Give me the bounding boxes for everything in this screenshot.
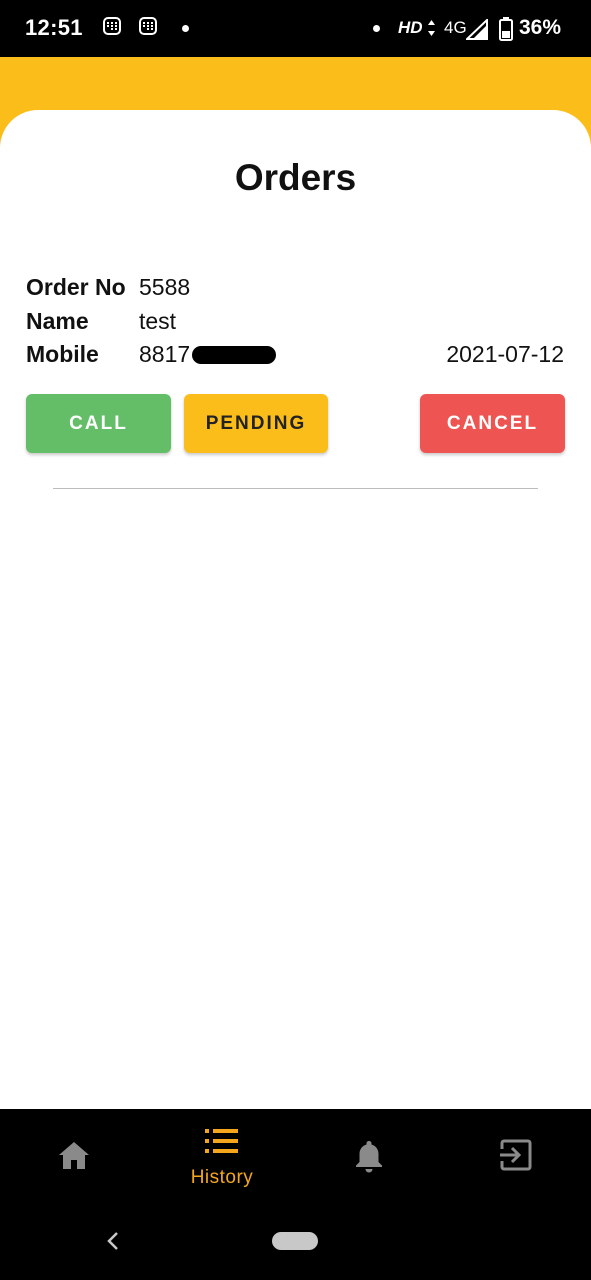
page-title: Orders: [234, 157, 357, 198]
signal-icon: [466, 19, 488, 40]
nav-label-history: History: [190, 1167, 254, 1188]
orders-card: [0, 110, 591, 1109]
network-type: 4G: [444, 18, 467, 37]
sim-card-icon: [103, 17, 121, 35]
order-date: 2021-07-12: [446, 341, 564, 367]
call-button[interactable]: CALL: [26, 394, 171, 453]
mobile-value-wrap: 8817: [139, 341, 277, 368]
dot-icon: [373, 25, 380, 32]
data-arrows-icon: [428, 20, 435, 36]
home-icon: [59, 1142, 89, 1169]
order-number-value: 5588: [139, 274, 191, 300]
name-label: Name: [26, 308, 89, 334]
bottom-navigation: History: [0, 1109, 591, 1210]
list-icon: [205, 1129, 238, 1153]
mobile-value: 8817: [139, 341, 191, 367]
nav-item-history[interactable]: History: [148, 1109, 296, 1210]
nav-item-home[interactable]: [0, 1109, 148, 1210]
order-number-label: Order No: [26, 274, 126, 300]
status-bar: 12:51 HD 4G 36%: [0, 0, 591, 57]
pending-button[interactable]: PENDING: [184, 394, 328, 453]
battery-percentage: 36%: [519, 16, 562, 39]
system-navigation: [0, 1210, 591, 1280]
name-value: test: [139, 308, 177, 334]
status-time: 12:51: [25, 15, 83, 40]
redaction-scribble: [192, 345, 277, 364]
hd-label: HD: [398, 18, 423, 37]
home-pill[interactable]: [272, 1232, 318, 1250]
cancel-button[interactable]: CANCEL: [420, 394, 565, 453]
nav-item-notifications[interactable]: [296, 1109, 444, 1210]
nav-item-logout[interactable]: [443, 1109, 591, 1210]
mobile-label: Mobile: [26, 341, 99, 367]
bell-icon: [356, 1141, 382, 1173]
sim-card-icon: [139, 17, 157, 35]
battery-icon: [499, 17, 513, 41]
logout-icon: [500, 1139, 532, 1171]
divider: [53, 488, 538, 489]
notification-dot-icon: [182, 25, 189, 32]
back-icon[interactable]: [106, 1231, 120, 1251]
